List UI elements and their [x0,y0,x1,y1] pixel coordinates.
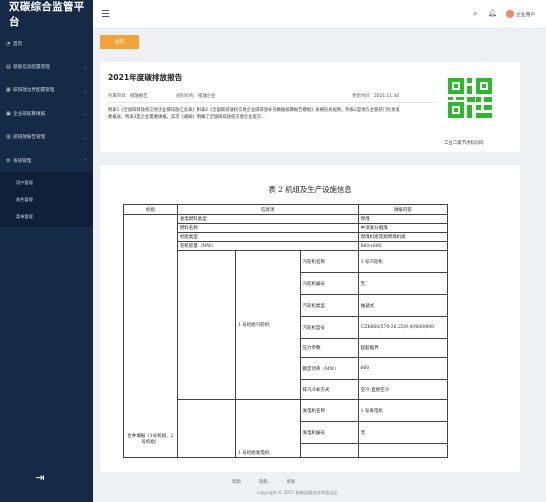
report-description: 附表1《全国碳排放权交易企业碳排放汇总表》附表2《全国碳排放权交易企业碳排放补充… [108,108,400,121]
footer-links: 帮助 隐私 条款 [232,479,312,485]
logout-icon[interactable]: ⇥ [34,472,46,484]
subgroup-cell: 1 号机组汽轮机 [234,250,301,400]
table-cell: 汽轮机名称 [299,250,359,273]
sidebar-subitem-roles[interactable]: 角色管理 [0,191,93,208]
table-cell: 无 [357,421,449,444]
table-cell [299,443,359,458]
table-cell: 660 [357,357,449,380]
table-cell: 压力参数 [299,338,359,358]
table-cell: 无 [357,272,449,295]
report-title: 2021年度碳排放报告 [108,73,183,82]
table-cell: 发电机名称 [299,399,359,422]
copyright: copyright © 2017 新能监服务技术部出品 [257,490,338,495]
qr-caption: 工业二级节点标识码 [444,141,484,146]
report-update-time: 更新时间：2021.11.30 [352,94,400,99]
document-title: 表 2 机组及生产设施信息 [268,185,352,194]
sidebar-menu: ◔ 首页 ▤ 基础信息配置管理 ⌄ ▦ 碳排放边界配置管理 ⌄ ▣ 企业碳核算填… [0,32,93,228]
table-header: 信息项 [176,204,359,215]
table-cell: 装机容量（MW） [176,241,359,251]
chevron-up-icon: ⌃ [83,158,87,164]
table-cell: 燃煤 [357,214,449,224]
search-icon[interactable]: ⌕ [473,9,477,19]
table-cell: 发电燃料类型 [176,214,359,224]
blank-cell [176,250,236,400]
table-cell: 660+660 [357,241,449,251]
avatar[interactable] [506,10,514,18]
document-preview: 表 2 机组及生产设施信息 机组 信息项 填报内容 合并填报（1号机组、2号机组… [100,165,520,472]
report-project: 所属项目：排放报告 [108,94,148,99]
table-cell: 汽轮机编号 [299,272,359,295]
table-cell: 机组类型 [176,232,359,242]
sidebar-subitem-menus[interactable]: 菜单管理 [0,208,93,225]
settings-icon: ⚙ [6,157,11,164]
topbar: ⌕ 🔔︎ 企业用户 [93,0,546,29]
user-name[interactable]: 企业用户 [516,11,535,18]
table-cell: 燃煤机组常规燃煤机组 [357,232,449,242]
sidebar-item-base-info[interactable]: ▤ 基础信息配置管理 ⌄ [0,55,93,78]
divider [108,102,435,103]
table-cell: 中洋发分烟煤 [357,223,449,233]
report-icon: ▣ [6,110,11,117]
table-cell: 1 号发电机 [357,399,449,422]
facility-table: 机组 信息项 填报内容 合并填报（1号机组、2号机组） 发电燃料类型 燃煤 燃料… [123,204,449,458]
table-cell: 抽凝式 [357,294,449,317]
menu-toggle-icon[interactable] [102,10,109,17]
report-org: 组织机构：排放企业 [176,94,216,99]
chevron-down-icon: ⌄ [83,64,87,70]
sidebar-item-boundary[interactable]: ▦ 碳排放边界配置管理 ⌄ [0,79,93,102]
dashboard-icon: ◔ [6,40,11,47]
app-title: 双碳综合监管平台 [9,1,85,28]
table-cell: 1 号汽轮机 [357,250,449,273]
boundary-icon: ▦ [6,87,11,94]
sidebar-item-home[interactable]: ◔ 首页 [0,32,93,55]
table-header-row: 机组 信息项 填报内容 [123,204,449,215]
system-submenu: 用户管理 角色管理 菜单管理 [0,172,93,228]
table-cell: 额定功率（MW） [299,357,359,380]
table-cell: 汽轮机类型 [299,294,359,317]
chevron-down-icon: ⌄ [83,134,87,140]
qr-code-icon [448,78,492,118]
table-cell: CZK660/570-26.25/0.4//600/600 [357,316,449,339]
table-header: 机组 [123,204,178,215]
bell-icon[interactable]: 🔔︎ [488,9,497,17]
table-cell: 排汽冷却方式 [299,379,359,400]
table-cell: 汽轮机型号 [299,316,359,339]
table-row: 合并填报（1号机组、2号机组） 发电燃料类型 燃煤 [123,214,449,458]
table-header: 填报内容 [357,204,449,215]
file-icon: ▥ [6,134,11,141]
sidebar-subitem-users[interactable]: 用户管理 [0,174,93,191]
sidebar-item-system[interactable]: ⚙ 系统管理 ⌃ [0,149,93,172]
sidebar-item-reports[interactable]: ▥ 碳排放报告管理 ⌄ [0,126,93,149]
table-cell: 空冷-直接空冷 [357,379,449,400]
table-cell: 发电机编号 [299,421,359,444]
sidebar-item-accounting[interactable]: ▣ 企业碳核算填报 ⌄ [0,102,93,125]
table-cell: 燃料名称 [176,223,359,233]
sidebar: 双碳综合监管平台 ◔ 首页 ▤ 基础信息配置管理 ⌄ ▦ 碳排放边界配置管理 ⌄… [0,0,93,502]
group-cell: 合并填报（1号机组、2号机组） [123,214,178,458]
footer-link-privacy[interactable]: 隐私 [259,480,268,485]
chevron-down-icon: ⌄ [83,111,87,117]
back-button[interactable]: 返回 [100,35,139,49]
book-icon: ▤ [6,64,11,71]
table-cell [357,443,449,458]
footer-link-help[interactable]: 帮助 [232,480,241,485]
table-cell: 超超临界 [357,338,449,358]
blank-cell [176,399,236,458]
chevron-down-icon: ⌄ [83,87,87,93]
subgroup-cell: 1 号机组发电机 [234,399,301,458]
footer-link-terms[interactable]: 条款 [286,480,295,485]
